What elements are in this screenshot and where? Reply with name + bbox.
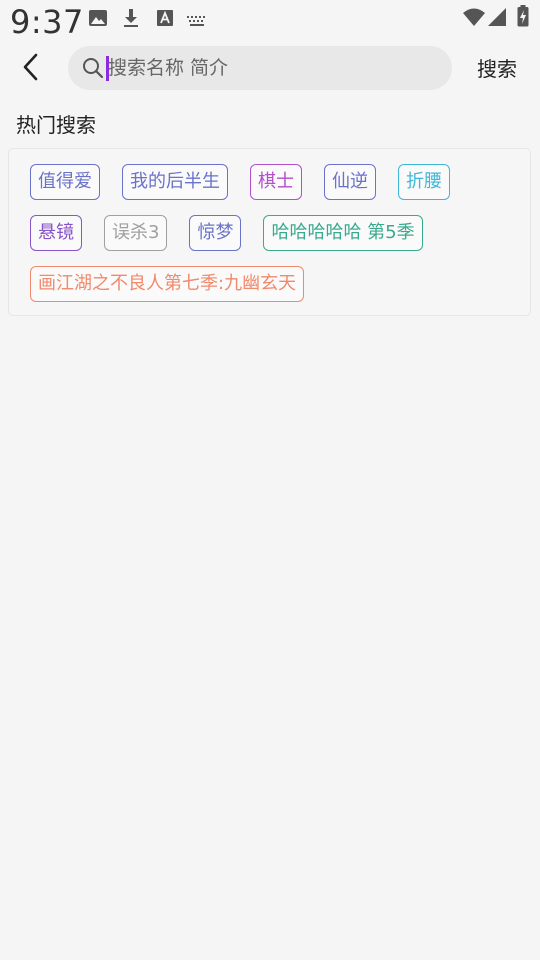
font-icon (156, 9, 174, 31)
hot-search-tag[interactable]: 值得爱 (30, 164, 100, 200)
hot-search-tag[interactable]: 哈哈哈哈哈 第5季 (263, 215, 423, 251)
status-time: 9:37 (10, 3, 84, 41)
signal-icon (487, 7, 507, 31)
battery-icon (517, 5, 529, 31)
hot-search-tags: 值得爱 我的后半生 棋士 仙逆 折腰悬镜 误杀3 惊梦 哈哈哈哈哈 第5季画江湖之不良人第七季… (9, 149, 509, 302)
hot-search-tag[interactable]: 画江湖之不良人第七季:九幽玄天 (30, 266, 305, 302)
status-bar: 9:37 (0, 0, 540, 41)
hot-search-tag[interactable]: 我的后半生 (122, 164, 228, 200)
hot-search-tag[interactable]: 惊梦 (189, 215, 242, 251)
back-button[interactable] (14, 52, 48, 86)
search-toolbar: 搜索 (0, 44, 540, 94)
search-input[interactable] (108, 46, 438, 90)
keyboard-icon (186, 12, 208, 31)
hot-search-tag[interactable]: 悬镜 (30, 215, 82, 251)
search-icon (82, 57, 104, 83)
search-box[interactable] (68, 46, 452, 90)
hot-search-tag[interactable]: 误杀3 (104, 215, 168, 251)
search-button[interactable]: 搜索 (466, 54, 528, 84)
wifi-icon (462, 7, 486, 31)
download-icon (122, 8, 140, 32)
hot-search-tag[interactable]: 折腰 (398, 164, 450, 200)
hot-search-card: 值得爱 我的后半生 棋士 仙逆 折腰悬镜 误杀3 惊梦 哈哈哈哈哈 第5季画江湖之不良人第七季… (8, 148, 531, 316)
chevron-left-icon (20, 53, 42, 85)
hot-search-title: 热门搜索 (16, 113, 96, 137)
image-icon (88, 9, 108, 31)
hot-search-tag[interactable]: 仙逆 (324, 164, 376, 200)
hot-search-tag[interactable]: 棋士 (250, 164, 302, 200)
